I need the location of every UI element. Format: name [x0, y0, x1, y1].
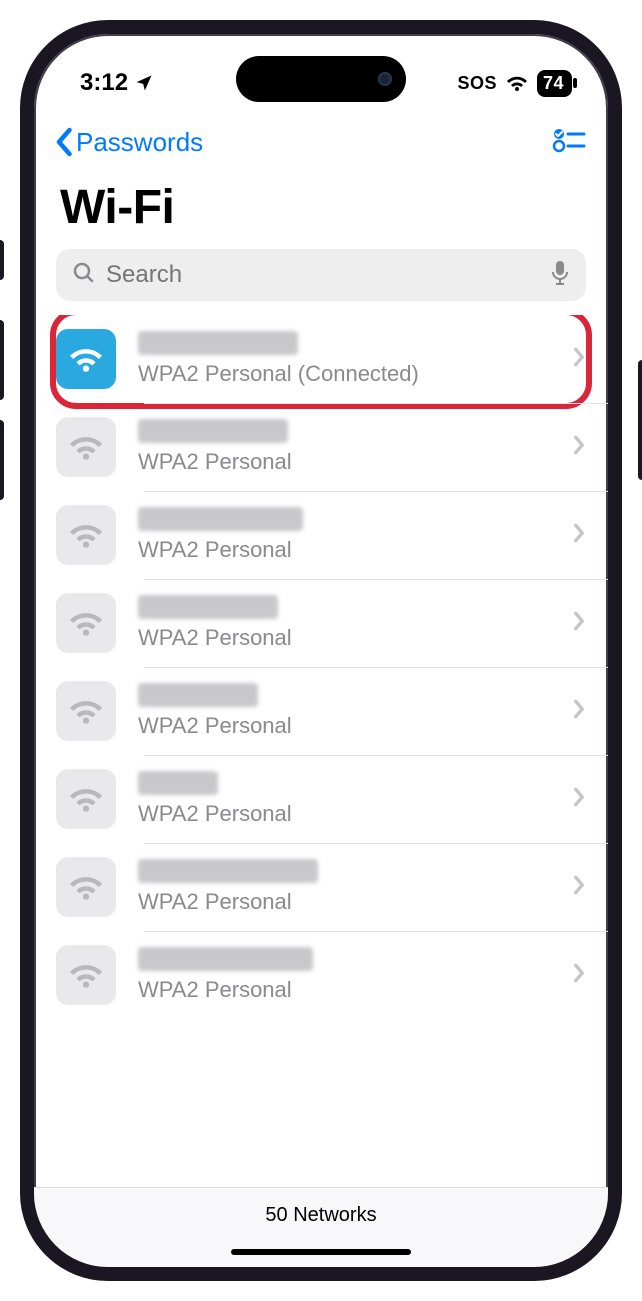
wifi-icon: [56, 329, 116, 389]
network-text: WPA2 Personal: [138, 771, 562, 827]
phone-frame: 3:12 SOS 74 Passwords: [20, 20, 622, 1281]
chevron-right-icon: [562, 698, 586, 725]
network-security: WPA2 Personal: [138, 537, 562, 563]
network-name-redacted: [138, 859, 318, 883]
network-name-redacted: [138, 683, 258, 707]
status-time: 3:12: [80, 69, 128, 97]
chevron-right-icon: [562, 874, 586, 901]
network-security: WPA2 Personal: [138, 449, 562, 475]
chevron-right-icon: [562, 610, 586, 637]
wifi-icon: [56, 769, 116, 829]
wifi-icon: [56, 593, 116, 653]
wifi-icon: [56, 417, 116, 477]
chevron-right-icon: [562, 434, 586, 461]
nav-bar: Passwords: [34, 114, 608, 170]
network-text: WPA2 Personal: [138, 683, 562, 739]
wifi-icon: [56, 505, 116, 565]
network-name-redacted: [138, 595, 278, 619]
mic-icon[interactable]: [550, 260, 570, 291]
search-input[interactable]: [106, 261, 540, 289]
chevron-right-icon: [562, 522, 586, 549]
network-name-redacted: [138, 419, 288, 443]
network-security: WPA2 Personal: [138, 625, 562, 651]
network-row[interactable]: WPA2 Personal: [34, 931, 608, 1019]
network-row[interactable]: WPA2 Personal: [34, 579, 608, 667]
chevron-right-icon: [562, 962, 586, 989]
chevron-right-icon: [562, 346, 586, 373]
phone-power-button: [638, 360, 642, 480]
network-security: WPA2 Personal: [138, 713, 562, 739]
phone-silent-switch: [0, 240, 4, 280]
status-bar: 3:12 SOS 74: [34, 34, 608, 114]
back-button[interactable]: Passwords: [56, 127, 203, 158]
network-count-footer: 50 Networks: [34, 1187, 608, 1267]
network-text: WPA2 Personal: [138, 419, 562, 475]
network-count: 50 Networks: [265, 1204, 376, 1226]
edit-list-button[interactable]: [552, 126, 586, 159]
network-text: WPA2 Personal: [138, 507, 562, 563]
network-name-redacted: [138, 771, 218, 795]
network-security: WPA2 Personal: [138, 801, 562, 827]
page-title: Wi-Fi: [34, 170, 608, 249]
home-indicator[interactable]: [231, 1249, 411, 1255]
network-name-redacted: [138, 331, 298, 355]
network-row[interactable]: WPA2 Personal: [34, 667, 608, 755]
back-label: Passwords: [76, 127, 203, 158]
network-list[interactable]: WPA2 Personal (Connected) WPA2 Personal WP…: [34, 315, 608, 1187]
network-row[interactable]: WPA2 Personal: [34, 403, 608, 491]
wifi-status-icon: [505, 73, 529, 93]
network-text: WPA2 Personal: [138, 859, 562, 915]
network-security: WPA2 Personal: [138, 977, 562, 1003]
network-security: WPA2 Personal (Connected): [138, 361, 562, 387]
search-bar[interactable]: [56, 249, 586, 301]
sos-indicator: SOS: [457, 73, 497, 94]
wifi-icon: [56, 945, 116, 1005]
phone-volume-down: [0, 420, 4, 500]
location-icon: [134, 73, 154, 93]
network-name-redacted: [138, 947, 313, 971]
search-icon: [72, 261, 96, 290]
network-row[interactable]: WPA2 Personal: [34, 755, 608, 843]
phone-volume-up: [0, 320, 4, 400]
network-text: WPA2 Personal: [138, 595, 562, 651]
network-name-redacted: [138, 507, 303, 531]
chevron-right-icon: [562, 786, 586, 813]
wifi-icon: [56, 857, 116, 917]
network-text: WPA2 Personal (Connected): [138, 331, 562, 387]
network-row[interactable]: WPA2 Personal: [34, 843, 608, 931]
network-text: WPA2 Personal: [138, 947, 562, 1003]
wifi-icon: [56, 681, 116, 741]
network-row[interactable]: WPA2 Personal: [34, 491, 608, 579]
network-row-connected[interactable]: WPA2 Personal (Connected): [34, 315, 608, 403]
battery-indicator: 74: [537, 70, 572, 97]
network-security: WPA2 Personal: [138, 889, 562, 915]
